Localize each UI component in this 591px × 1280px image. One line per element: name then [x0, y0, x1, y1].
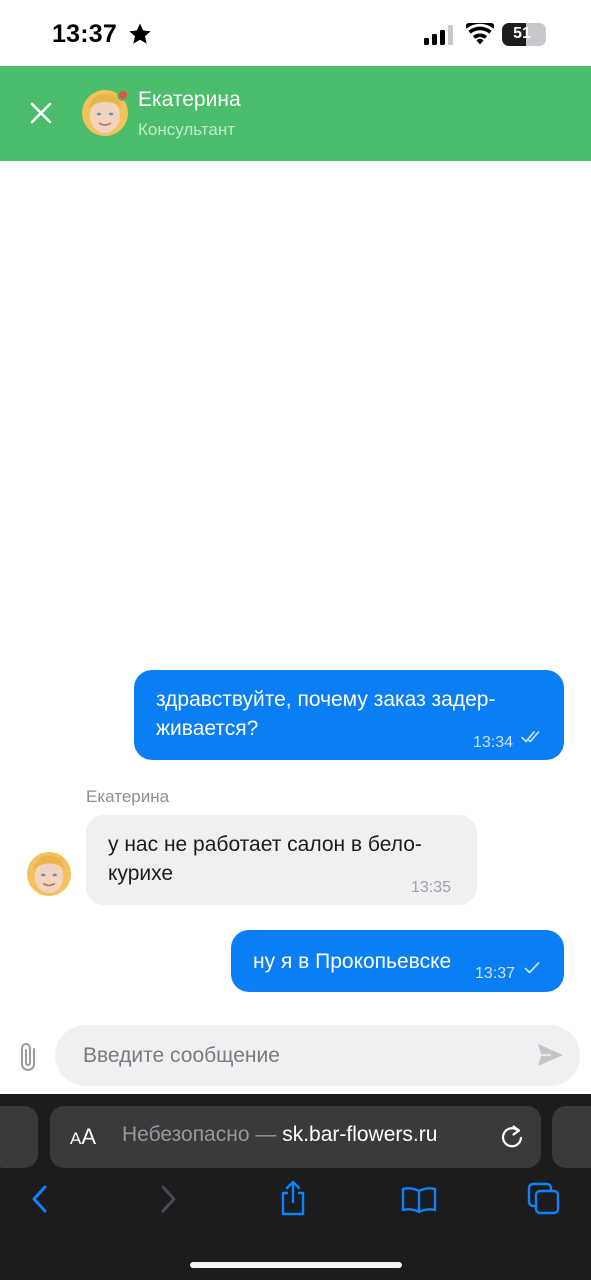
message-text: ну я в Прокопьевске [253, 947, 451, 976]
agent-name: Екатерина [138, 88, 241, 111]
message-outgoing: ну я в Прокопьевске 13:37 [231, 930, 564, 992]
message-time: 13:37 [475, 965, 516, 982]
reader-settings-button[interactable]: AA [70, 1124, 96, 1150]
message-text: у нас не работает салон в бело- курихе [108, 830, 422, 888]
share-icon[interactable] [278, 1180, 308, 1216]
double-check-icon [521, 731, 540, 743]
previous-tab-preview[interactable] [0, 1106, 38, 1168]
sender-name: Екатерина [86, 787, 170, 806]
forward-icon[interactable] [158, 1184, 178, 1214]
battery-indicator: 51 [502, 23, 546, 46]
agent-avatar [82, 89, 129, 136]
message-incoming: у нас не работает салон в бело- курихе 1… [86, 815, 477, 905]
next-tab-preview[interactable] [552, 1106, 591, 1168]
message-line: ну я в Прокопьевске [253, 950, 452, 973]
check-icon [524, 962, 540, 974]
message-line: здравствуйте, почему заказ задер- [156, 688, 496, 711]
star-icon [129, 23, 151, 44]
bookmarks-icon[interactable] [401, 1186, 437, 1214]
address-bar[interactable]: AA Небезопасно — sk.bar-flowers.ru [50, 1106, 541, 1168]
message-line: курихе [108, 862, 174, 885]
wifi-icon [466, 23, 494, 45]
url-text[interactable]: Небезопасно — sk.bar-flowers.ru [122, 1123, 437, 1147]
message-input[interactable] [55, 1025, 580, 1086]
back-icon[interactable] [30, 1184, 50, 1214]
battery-cap [543, 30, 546, 39]
close-icon[interactable] [28, 100, 54, 126]
agent-role: Консультант [138, 120, 236, 139]
signal-icon [424, 25, 453, 45]
message-time: 13:35 [411, 879, 452, 896]
status-bar: 13:37 51 [0, 0, 591, 66]
paperclip-icon[interactable] [16, 1040, 42, 1074]
send-icon[interactable] [536, 1042, 564, 1068]
sender-avatar [27, 852, 71, 896]
home-indicator [190, 1262, 402, 1268]
chat-header: Екатерина Консультант [0, 66, 591, 161]
message-time: 13:34 [473, 734, 514, 751]
url-security-label: Небезопасно — [122, 1123, 283, 1146]
message-composer [0, 1010, 591, 1094]
message-outgoing: здравствуйте, почему заказ задер- живает… [134, 670, 564, 760]
browser-toolbar: AA Небезопасно — sk.bar-flowers.ru [0, 1094, 591, 1280]
online-badge [117, 89, 129, 101]
battery-level: 51 [513, 25, 531, 42]
message-line: живается? [156, 717, 259, 740]
status-time: 13:37 [52, 20, 117, 48]
url-domain: sk.bar-flowers.ru [282, 1123, 438, 1146]
message-text: здравствуйте, почему заказ задер- живает… [156, 685, 495, 743]
reload-icon[interactable] [499, 1123, 525, 1151]
tabs-icon[interactable] [527, 1182, 561, 1216]
message-line: у нас не работает салон в бело- [108, 833, 422, 856]
